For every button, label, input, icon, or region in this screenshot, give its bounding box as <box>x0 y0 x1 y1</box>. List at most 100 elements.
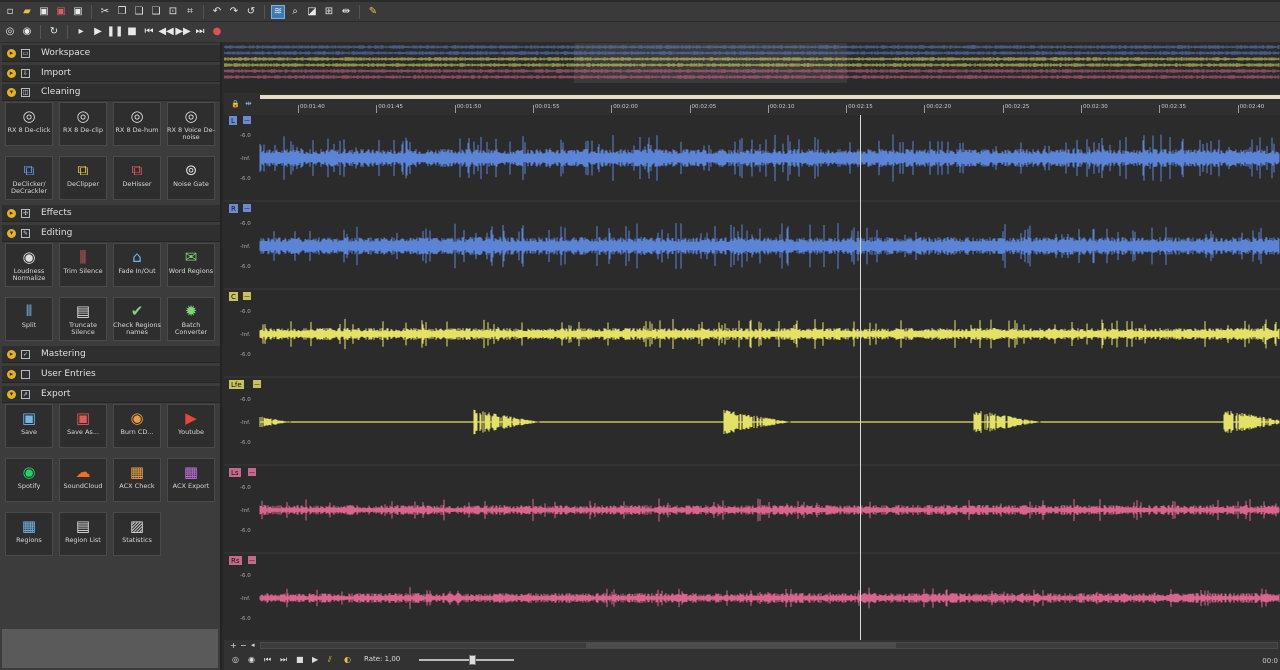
save-icon[interactable]: ▣ <box>37 5 51 19</box>
lock-icon[interactable]: 🔒 <box>231 100 240 108</box>
undo-icon[interactable]: ↶ <box>210 5 224 19</box>
waveform-view-icon[interactable]: ≋ <box>271 4 285 19</box>
tile-regions[interactable]: ▦ Regions <box>5 512 53 556</box>
ruler-scroll-bar[interactable] <box>260 95 1280 99</box>
expand-chevron-icon[interactable]: ▾ <box>7 228 16 238</box>
loop-mode-icon[interactable]: ◉ <box>20 25 34 39</box>
track-area[interactable]: L — -6.0 -Inf. -6.0 R — -6.0 -Inf. -6.0 C — -6.0 -Inf… <box>224 115 1280 640</box>
zoom-out-icon[interactable]: − <box>240 641 247 650</box>
tile-rx-8-voice-de-noise[interactable]: ◎ RX 8 Voice De-noise <box>167 102 215 146</box>
tile-rx-8-de-click[interactable]: ◎ RX 8 De-click <box>5 102 53 146</box>
tile-save-as[interactable]: ▣ Save As... <box>59 404 107 448</box>
tile-region-list[interactable]: ▤ Region List <box>59 512 107 556</box>
play-rate-icon[interactable]: ⫽ <box>328 655 332 665</box>
zoom-icon[interactable]: ⌕ <box>288 5 302 19</box>
tile-trim-silence[interactable]: ⫼ Trim Silence <box>59 243 107 287</box>
loop-icon[interactable]: ↻ <box>47 25 61 39</box>
go-start-icon[interactable]: ⏮ <box>264 655 271 665</box>
channel-label-r[interactable]: R <box>229 204 238 213</box>
section-header-mastering[interactable]: ▸ ✓ Mastering <box>2 346 220 363</box>
rate-slider-thumb[interactable] <box>469 655 476 665</box>
loop-mode-icon[interactable]: ◉ <box>248 655 255 664</box>
expand-chevron-icon[interactable]: ▸ <box>7 349 16 359</box>
tile-noise-gate[interactable]: ⊚ Noise Gate <box>167 156 215 200</box>
tile-youtube[interactable]: ▶ Youtube <box>167 404 215 448</box>
channel-label-ls[interactable]: Ls <box>229 468 241 477</box>
pause-icon[interactable]: ❚❚ <box>107 25 124 39</box>
play-icon[interactable]: ▶ <box>312 655 318 664</box>
tile-rx-8-de-hum[interactable]: ◎ RX 8 De-hum <box>113 102 161 146</box>
section-header-user-entries[interactable]: ▸ User Entries <box>2 366 220 383</box>
rate-slider[interactable] <box>419 655 514 665</box>
save-all-icon[interactable]: ▣ <box>71 5 85 19</box>
overview-strip[interactable] <box>224 43 1280 93</box>
zoom-in-icon[interactable]: + <box>230 641 237 650</box>
paste-mix-icon[interactable]: ❑ <box>149 5 163 19</box>
tile-fade-in-out[interactable]: ⌂ Fade In/Out <box>113 243 161 287</box>
fast-forward-icon[interactable]: ▶▶ <box>175 25 190 39</box>
tile-check-regions-names[interactable]: ✔ Check Regions names <box>113 297 161 341</box>
snap-marker-icon[interactable]: ⇹ <box>245 99 252 108</box>
channel-mute-button[interactable]: — <box>243 292 251 300</box>
tile-loudness-normalize[interactable]: ◉ Loudness Normalize <box>5 243 53 287</box>
redo-all-icon[interactable]: ↺ <box>244 5 258 19</box>
tile-truncate-silence[interactable]: ▤ Truncate Silence <box>59 297 107 341</box>
horizontal-scrollbar[interactable] <box>260 642 1278 649</box>
tile-split[interactable]: ⫴ Split <box>5 297 53 341</box>
expand-chevron-icon[interactable]: ▾ <box>7 389 16 399</box>
channel-label-c[interactable]: C <box>229 292 238 301</box>
crop-icon[interactable]: ⌗ <box>183 5 197 19</box>
save-as-icon[interactable]: ▣ <box>54 5 68 19</box>
record-mode-icon[interactable]: ◎ <box>3 25 17 39</box>
section-header-workspace[interactable]: ▸ ▭ Workspace <box>2 45 220 62</box>
redo-icon[interactable]: ↷ <box>227 5 241 19</box>
record-mode-icon[interactable]: ◎ <box>232 655 239 664</box>
new-file-icon[interactable]: ▫ <box>3 5 17 19</box>
stop-icon[interactable]: ■ <box>296 655 304 664</box>
expand-chevron-icon[interactable]: ▸ <box>7 369 16 379</box>
channel-label-rs[interactable]: Rs <box>229 556 242 565</box>
tile-word-regions[interactable]: ✉ Word Regions <box>167 243 215 287</box>
trim-icon[interactable]: ⊡ <box>166 5 180 19</box>
channel-mute-button[interactable]: — <box>243 116 251 124</box>
scrollbar-thumb[interactable] <box>586 643 896 648</box>
section-header-editing[interactable]: ▾ ✎ Editing <box>2 225 220 242</box>
go-end-icon[interactable]: ⏭ <box>280 655 287 665</box>
tile-acx-export[interactable]: ▦ ACX Export <box>167 458 215 502</box>
section-header-cleaning[interactable]: ▾ ◫ Cleaning <box>2 84 220 101</box>
channel-mute-button[interactable]: — <box>248 468 256 476</box>
go-end-icon[interactable]: ⏭ <box>193 25 207 39</box>
play-all-icon[interactable]: ▶ <box>91 25 105 39</box>
spectral-icon[interactable]: ◪ <box>305 5 319 19</box>
tile-rx-8-de-clip[interactable]: ◎ RX 8 De-clip <box>59 102 107 146</box>
paste-icon[interactable]: ❏ <box>132 5 146 19</box>
channel-label-lfe[interactable]: Lfe <box>229 380 244 389</box>
scroll-left-icon[interactable]: ◂ <box>251 641 255 649</box>
section-header-export[interactable]: ▾ ⇗ Export <box>2 386 220 403</box>
section-header-effects[interactable]: ▸ ✣ Effects <box>2 205 220 222</box>
tile-declicker-decrackler[interactable]: ⧉ DeClicker/ DeCrackler <box>5 156 53 200</box>
tile-acx-check[interactable]: ▦ ACX Check <box>113 458 161 502</box>
playhead-cursor[interactable] <box>860 115 861 640</box>
open-folder-icon[interactable]: ▰ <box>20 5 34 19</box>
tile-statistics[interactable]: ▨ Statistics <box>113 512 161 556</box>
rewind-icon[interactable]: ◀◀ <box>158 25 173 39</box>
tile-burn-cd[interactable]: ◉ Burn CD... <box>113 404 161 448</box>
stop-icon[interactable]: ■ <box>125 25 139 39</box>
timeline-ruler[interactable]: 🔒 ⇹ 00:01:40 00:01:45 00:01:50 00:01:55 00:0… <box>224 93 1280 115</box>
channel-label-l[interactable]: L <box>229 116 237 125</box>
channel-mute-button[interactable]: — <box>253 380 261 388</box>
record-icon[interactable]: ● <box>210 25 224 39</box>
selection-icon[interactable]: ⊞ <box>322 5 336 19</box>
plugin-icon[interactable]: ✎ <box>366 5 380 19</box>
scrub-icon[interactable]: ◐ <box>344 655 351 664</box>
copy-icon[interactable]: ❐ <box>115 5 129 19</box>
play-icon[interactable]: ▸ <box>74 25 88 39</box>
expand-chevron-icon[interactable]: ▾ <box>7 87 16 97</box>
expand-chevron-icon[interactable]: ▸ <box>7 208 16 218</box>
tile-dehisser[interactable]: ⧉ DeHisser <box>113 156 161 200</box>
tile-save[interactable]: ▣ Save <box>5 404 53 448</box>
tile-declipper[interactable]: ⧉ DeClipper <box>59 156 107 200</box>
tile-spotify[interactable]: ◉ Spotify <box>5 458 53 502</box>
channel-mute-button[interactable]: — <box>243 204 251 212</box>
